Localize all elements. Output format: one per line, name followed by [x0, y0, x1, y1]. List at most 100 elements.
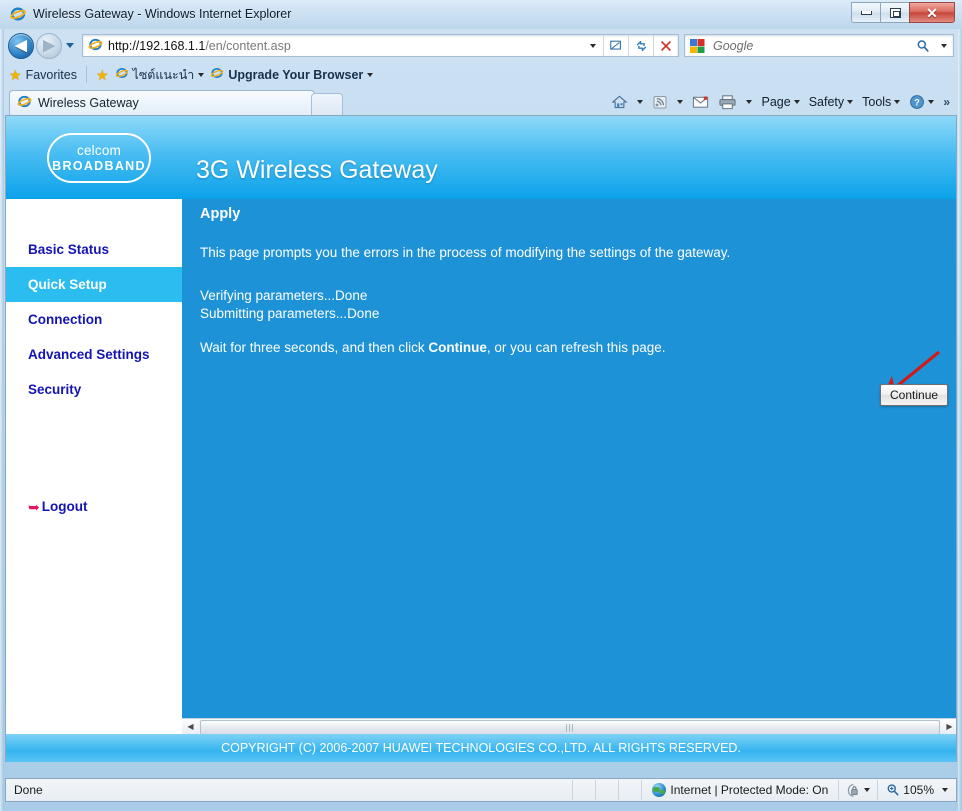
- close-icon: [661, 40, 671, 51]
- chevron-down-icon: [590, 43, 596, 48]
- sidebar-item-advanced-settings[interactable]: Advanced Settings: [6, 337, 182, 372]
- sidebar-item-quick-setup[interactable]: Quick Setup: [6, 267, 182, 302]
- command-bar-overflow-button[interactable]: »: [939, 93, 954, 111]
- content-paragraph-1: This page prompts you the errors in the …: [200, 245, 731, 260]
- site-icon: [115, 66, 129, 83]
- zoom-icon: [887, 784, 899, 796]
- compatibility-view-icon: [610, 40, 621, 50]
- favorites-bar: ★ Favorites ★ ไซต์แนะนำ Upgrade Your Bro…: [0, 62, 962, 87]
- security-zone-indicator[interactable]: Internet | Protected Mode: On: [642, 783, 838, 797]
- recent-pages-button[interactable]: [62, 33, 78, 59]
- site-icon: [210, 66, 224, 83]
- safety-menu-button[interactable]: Safety: [805, 93, 857, 111]
- scrollbar-thumb[interactable]: |||: [200, 719, 940, 734]
- continue-button[interactable]: Continue: [880, 384, 949, 406]
- feeds-button[interactable]: [648, 92, 672, 112]
- copyright-text: COPYRIGHT (C) 2006-2007 HUAWEI TECHNOLOG…: [221, 741, 741, 755]
- window-title: Wireless Gateway - Windows Internet Expl…: [33, 7, 292, 21]
- tools-menu-button[interactable]: Tools: [858, 93, 904, 111]
- star-icon: ★: [9, 66, 22, 83]
- google-icon: [689, 38, 706, 54]
- print-button[interactable]: [714, 92, 741, 112]
- forward-arrow-icon: ▶: [43, 37, 55, 54]
- progress-line-verifying: Verifying parameters...Done: [200, 288, 368, 303]
- content-progress-lines: Verifying parameters...Done Submitting p…: [200, 287, 379, 323]
- new-tab-button[interactable]: [311, 93, 343, 115]
- celcom-broadband-logo: celcom BROADBAND: [47, 133, 151, 183]
- search-dropdown-button[interactable]: [935, 35, 953, 56]
- tab-wireless-gateway[interactable]: Wireless Gateway: [9, 90, 315, 115]
- triangle-left-icon: ◀: [187, 722, 194, 731]
- chevron-down-icon: [941, 43, 947, 48]
- window-controls: ✕: [851, 2, 955, 23]
- tab-favicon-icon: [17, 94, 32, 112]
- content-paragraph-2-before: Wait for three seconds, and then click: [200, 340, 429, 355]
- continue-button-label: Continue: [890, 388, 939, 402]
- chevron-down-icon: [864, 788, 871, 792]
- forward-button[interactable]: ▶: [36, 32, 62, 59]
- stop-button[interactable]: [654, 35, 678, 56]
- horizontal-scrollbar[interactable]: ◀ ||| ▶: [182, 718, 956, 734]
- home-icon: [611, 95, 628, 109]
- sidebar-item-security[interactable]: Security: [6, 372, 182, 407]
- refresh-button[interactable]: [629, 35, 653, 56]
- print-dropdown-button[interactable]: [742, 98, 756, 106]
- page-menu-label: Page: [761, 95, 791, 109]
- favorites-item-suggested-sites[interactable]: ไซต์แนะนำ: [115, 65, 205, 85]
- address-host: http://192.168.1.1: [108, 38, 206, 53]
- sidebar-item-connection[interactable]: Connection: [6, 302, 182, 337]
- mail-icon: [693, 96, 709, 108]
- read-mail-button[interactable]: [688, 93, 713, 111]
- logout-button[interactable]: ➥ Logout: [28, 499, 87, 514]
- home-button[interactable]: [607, 92, 632, 112]
- minimize-icon: [860, 10, 872, 15]
- search-submit-button[interactable]: [911, 35, 935, 56]
- zoom-level-label: 105%: [903, 783, 934, 797]
- sidebar-item-label: Security: [28, 382, 82, 397]
- favorites-button[interactable]: ★ Favorites: [9, 68, 77, 82]
- sidebar-item-label: Basic Status: [28, 242, 110, 257]
- status-bar: Done Internet | Protected Mode: On 105%: [5, 778, 957, 802]
- content-paragraph-2-after: , or you can refresh this page.: [486, 340, 666, 355]
- feeds-dropdown-button[interactable]: [673, 98, 687, 106]
- close-button[interactable]: ✕: [909, 2, 955, 23]
- chevron-down-icon: [198, 72, 205, 77]
- svg-text:?: ?: [915, 98, 921, 108]
- home-dropdown-button[interactable]: [633, 98, 647, 106]
- compatibility-view-button[interactable]: [604, 35, 628, 56]
- address-dropdown-button[interactable]: [583, 35, 603, 56]
- restore-button[interactable]: [880, 2, 909, 23]
- progress-line-submitting: Submitting parameters...Done: [200, 306, 380, 321]
- add-star-icon: ★: [95, 66, 109, 83]
- window-edge-left: [0, 0, 4, 811]
- chevron-down-icon: [677, 100, 684, 104]
- double-chevron-icon: »: [943, 95, 950, 109]
- sidebar-item-label: Quick Setup: [28, 277, 107, 292]
- back-button[interactable]: ◀: [8, 32, 34, 59]
- security-zone-label: Internet | Protected Mode: On: [670, 783, 829, 797]
- chevron-down-icon: [894, 100, 901, 104]
- scroll-left-button[interactable]: ◀: [182, 719, 199, 734]
- zoom-control[interactable]: 105%: [878, 783, 956, 797]
- search-box[interactable]: Google: [684, 34, 954, 57]
- tools-menu-label: Tools: [862, 95, 892, 109]
- divider: [595, 780, 597, 800]
- address-input[interactable]: http://192.168.1.1/en/content.asp: [108, 39, 291, 53]
- privacy-settings-button[interactable]: [839, 783, 877, 798]
- scroll-right-button[interactable]: ▶: [941, 719, 956, 734]
- divider: [572, 780, 574, 800]
- add-to-favorites-bar-button[interactable]: ★: [96, 68, 109, 82]
- help-button[interactable]: ?: [905, 92, 938, 112]
- page-menu-button[interactable]: Page: [757, 93, 803, 111]
- address-bar[interactable]: http://192.168.1.1/en/content.asp: [82, 34, 679, 57]
- safety-menu-label: Safety: [808, 95, 845, 109]
- favorites-item-upgrade-browser[interactable]: Upgrade Your Browser: [210, 66, 374, 83]
- search-input[interactable]: Google: [709, 39, 911, 53]
- sidebar-item-basic-status[interactable]: Basic Status: [6, 232, 182, 267]
- lock-icon: [848, 783, 858, 797]
- minimize-button[interactable]: [851, 2, 880, 23]
- divider: [85, 66, 87, 83]
- logo-subbrand-text: BROADBAND: [52, 158, 146, 173]
- address-path: /en/content.asp: [205, 38, 291, 53]
- logout-arrow-icon: ➥: [28, 498, 40, 515]
